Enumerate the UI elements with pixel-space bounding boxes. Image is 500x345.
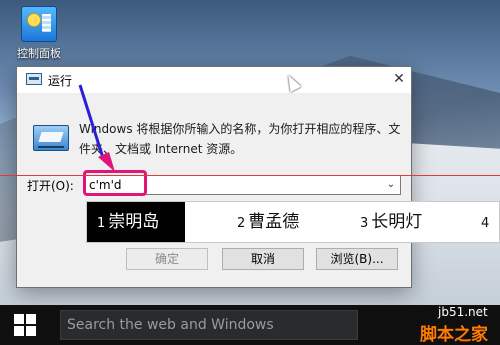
- ime-candidate-text: 长明灯: [371, 212, 423, 232]
- taskbar-search-box[interactable]: Search the web and Windows: [60, 310, 358, 340]
- cancel-button[interactable]: 取消: [222, 248, 304, 270]
- control-panel-icon: [21, 6, 57, 42]
- search-placeholder: Search the web and Windows: [67, 317, 274, 333]
- dialog-description: Windows 将根据你所输入的名称，为你打开相应的程序、文件夹、文档或 Int…: [79, 122, 401, 156]
- input-highlight-box: [83, 170, 147, 196]
- watermark-site: jb51.net: [438, 305, 488, 319]
- ok-button[interactable]: 确定: [126, 248, 208, 270]
- ime-candidate-1[interactable]: 1 崇明岛: [87, 202, 186, 242]
- ime-candidate-3[interactable]: 3 长明灯: [360, 202, 422, 242]
- dialog-titlebar[interactable]: 运行 ✕: [17, 67, 411, 93]
- guide-line: [0, 175, 500, 176]
- run-icon: [26, 73, 42, 85]
- ime-candidate-number: 4: [481, 216, 490, 231]
- dialog-title: 运行: [48, 74, 73, 88]
- ime-candidate-text: 崇明岛: [108, 212, 160, 232]
- ime-candidate-bar: 1崇明岛 2曹孟德 3长明灯 4垛: [86, 201, 500, 243]
- watermark-name: 脚本之家: [420, 325, 488, 345]
- ime-candidate-number: 3: [360, 216, 369, 231]
- run-large-icon: [33, 125, 69, 151]
- chevron-down-icon[interactable]: ⌄: [384, 178, 398, 192]
- windows-logo-icon: [14, 314, 36, 336]
- open-label: 打开(O):: [27, 179, 74, 193]
- browse-button[interactable]: 浏览(B)...: [316, 248, 398, 270]
- start-button[interactable]: [0, 305, 52, 345]
- ime-candidate-number: 1: [97, 216, 106, 231]
- desktop-icon-control-panel[interactable]: 控制面板: [6, 6, 72, 61]
- desktop-icon-label: 控制面板: [17, 47, 61, 60]
- ime-candidate-number: 2: [237, 216, 246, 231]
- close-button[interactable]: ✕: [387, 67, 411, 91]
- ime-candidate-text: 曹孟德: [248, 212, 300, 232]
- ime-candidate-2[interactable]: 2 曹孟德: [237, 202, 299, 242]
- ime-candidate-4[interactable]: 4垛: [481, 202, 499, 242]
